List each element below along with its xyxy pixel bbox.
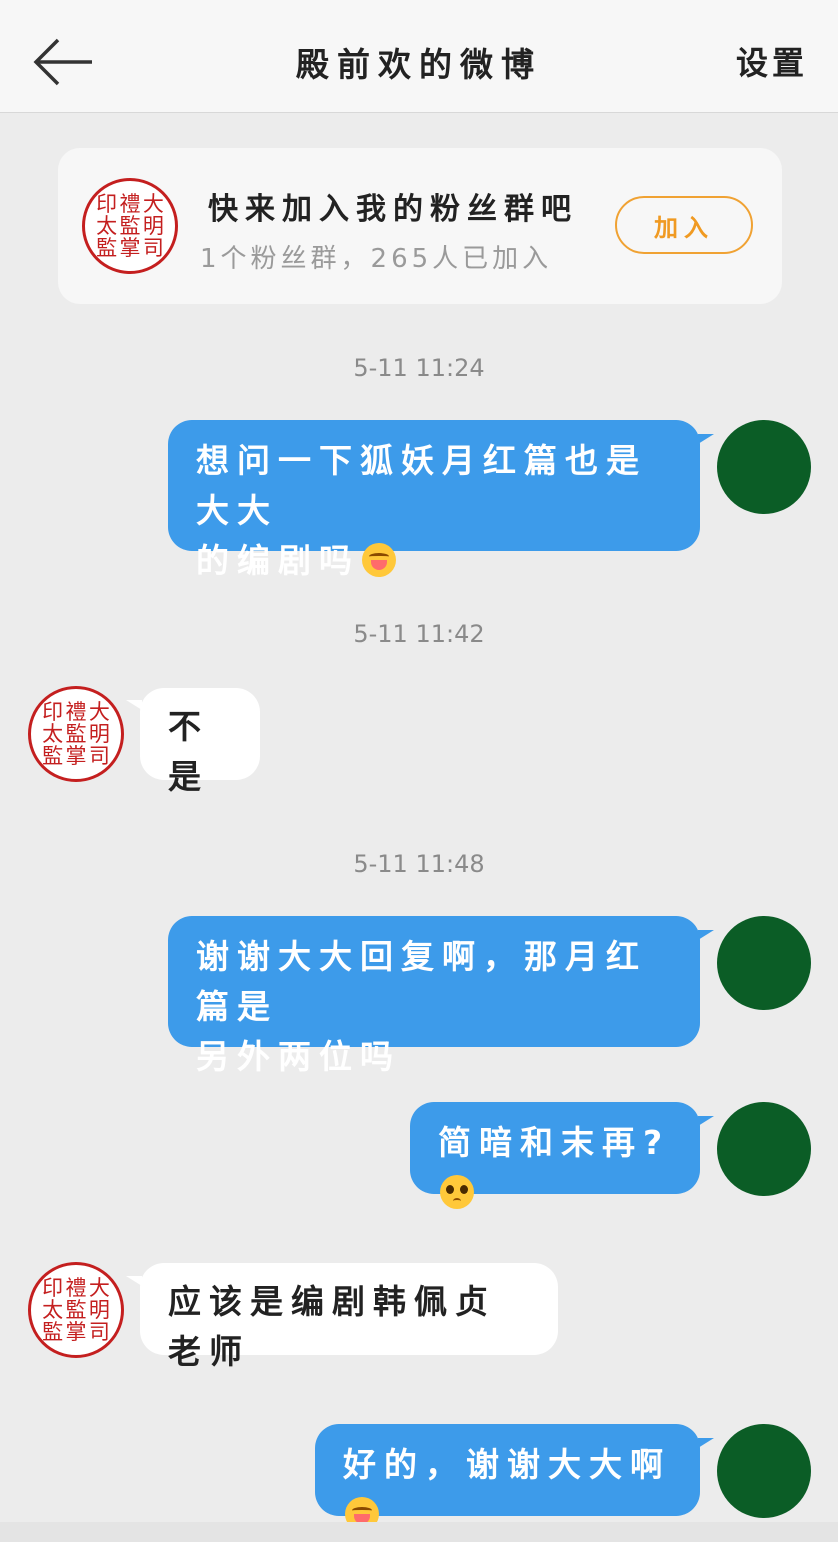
seal-char: 太 [42, 1297, 64, 1322]
seal-char: 明 [88, 1297, 110, 1322]
message-text: 想问一下狐妖月红篇也是大大 [196, 441, 647, 530]
settings-button[interactable]: 设置 [736, 38, 808, 84]
seal-char: 監 [42, 1319, 64, 1344]
fan-group-subtitle: 1个粉丝群，265人已加入 [200, 244, 553, 274]
message-bubble-sent[interactable]: 好的，谢谢大大啊 [315, 1424, 700, 1531]
pleading-emoji-icon [440, 1175, 474, 1209]
seal-char: 掌 [65, 1319, 87, 1344]
seal-char: 印 [96, 191, 118, 216]
page-title: 殿前欢的微博 [296, 45, 542, 84]
message-bubble-received[interactable]: 不是 [140, 688, 260, 796]
my-avatar[interactable] [717, 916, 811, 1010]
message-bubble-received[interactable]: 应该是编剧韩佩贞老师 [140, 1263, 558, 1371]
message-bubble-sent[interactable]: 想问一下狐妖月红篇也是大大 的编剧吗 [168, 420, 700, 580]
message-bubble-sent[interactable]: 谢谢大大回复啊，那月红篇是 另外两位吗 [168, 916, 700, 1076]
seal-char: 印 [42, 699, 64, 724]
seal-char: 太 [96, 213, 118, 238]
timestamp: 5-11 11:48 [353, 850, 485, 878]
seal-char: 禮 [65, 699, 87, 724]
seal-char: 禮 [65, 1275, 87, 1300]
seal-char: 大 [88, 699, 110, 724]
timestamp: 5-11 11:24 [353, 354, 485, 382]
bubble-tail [698, 1438, 714, 1448]
seal-char: 監 [42, 743, 64, 768]
top-navigation-bar: 殿前欢的微博 设置 [0, 0, 838, 113]
seal-char: 監 [119, 213, 141, 238]
seal-char: 司 [88, 1319, 110, 1344]
fan-group-title: 快来加入我的粉丝群吧 [208, 192, 578, 227]
bubble-tail [698, 930, 714, 940]
fan-group-card[interactable]: 印 禮 大 太 監 明 監 掌 司 快来加入我的粉丝群吧 1个粉丝群，265人已… [58, 148, 782, 304]
seal-char: 大 [88, 1275, 110, 1300]
message-text: 应该是编剧韩佩贞老师 [168, 1282, 496, 1371]
bubble-tail [698, 1116, 714, 1126]
message-text: 简暗和末再? [438, 1123, 671, 1162]
seal-char: 監 [65, 1297, 87, 1322]
seal-char: 明 [88, 721, 110, 746]
seal-char: 明 [142, 213, 164, 238]
message-text: 另外两位吗 [196, 1037, 401, 1076]
seal-char: 禮 [119, 191, 141, 216]
my-avatar[interactable] [717, 420, 811, 514]
seal-avatar: 印 禮 大 太 監 明 監 掌 司 [82, 178, 178, 274]
seal-char: 監 [96, 235, 118, 260]
message-text: 好的，谢谢大大啊 [343, 1445, 671, 1484]
bottom-strip [0, 1522, 838, 1542]
contact-avatar[interactable]: 印 禮 大 太 監 明 監 掌 司 [28, 1262, 124, 1358]
timestamp: 5-11 11:42 [353, 620, 485, 648]
message-text: 不是 [168, 707, 209, 796]
seal-char: 掌 [65, 743, 87, 768]
seal-char: 印 [42, 1275, 64, 1300]
seal-char: 掌 [119, 235, 141, 260]
seal-char: 司 [88, 743, 110, 768]
message-bubble-sent[interactable]: 简暗和末再? [410, 1102, 700, 1209]
seal-char: 大 [142, 191, 164, 216]
seal-char: 司 [142, 235, 164, 260]
my-avatar[interactable] [717, 1424, 811, 1518]
hug-emoji-icon [362, 543, 396, 577]
join-button[interactable]: 加入 [615, 196, 753, 254]
bubble-tail [698, 434, 714, 444]
message-text: 的编剧吗 [196, 541, 360, 580]
message-text: 谢谢大大回复啊，那月红篇是 [196, 937, 647, 1026]
seal-char: 太 [42, 721, 64, 746]
my-avatar[interactable] [717, 1102, 811, 1196]
seal-char: 監 [65, 721, 87, 746]
contact-avatar[interactable]: 印 禮 大 太 監 明 監 掌 司 [28, 686, 124, 782]
